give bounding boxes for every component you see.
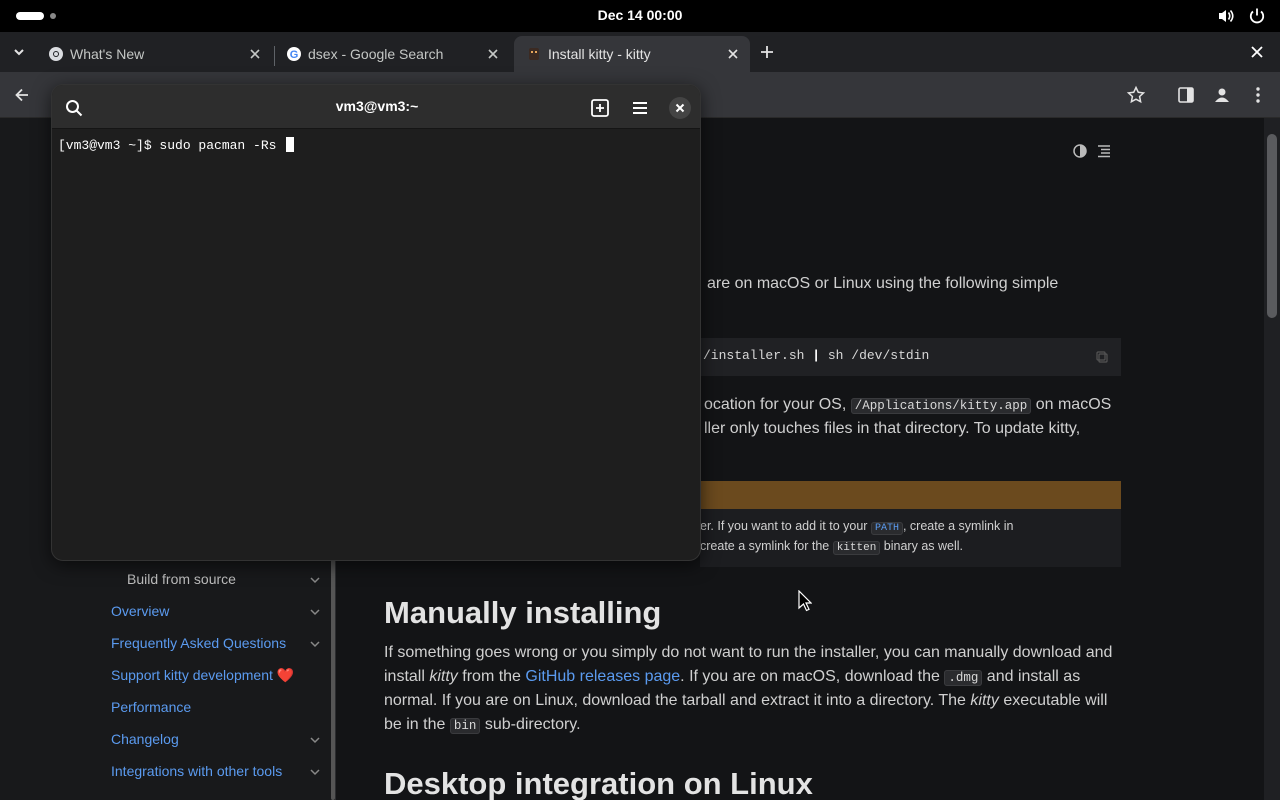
- tab-title: What's New: [70, 46, 145, 62]
- tab-search-chevron-icon[interactable]: [11, 44, 27, 60]
- tab-install-kitty[interactable]: Install kitty - kitty: [514, 36, 750, 72]
- close-icon[interactable]: [668, 96, 692, 120]
- text-run: . If you are on macOS, download the: [680, 668, 940, 685]
- manual-paragraph-line2: install kitty from the GitHub releases p…: [384, 665, 1080, 690]
- page-scrollbar[interactable]: [1264, 118, 1280, 800]
- close-window-icon[interactable]: [1248, 43, 1266, 61]
- heading-desktop-integration: Desktop integration on Linux: [384, 766, 813, 800]
- new-tab-icon[interactable]: [588, 96, 612, 120]
- tab-title: dsex - Google Search: [308, 46, 444, 62]
- chevron-down-icon[interactable]: [308, 733, 322, 747]
- sidebar-item-integrations[interactable]: Integrations with other tools: [111, 763, 282, 779]
- install-code-block: /installer.sh | sh /dev/stdin: [700, 338, 1121, 376]
- close-tab-icon[interactable]: [246, 45, 264, 63]
- github-releases-link[interactable]: GitHub releases page: [525, 668, 680, 685]
- sidebar-item-performance[interactable]: Performance: [111, 699, 191, 715]
- manual-paragraph-line3: normal. If you are on Linux, download th…: [384, 689, 1107, 713]
- activities-indicator[interactable]: [16, 12, 44, 20]
- text-run: from the: [462, 668, 521, 685]
- admonition-line1: er. If you want to add it to your PATH, …: [700, 519, 1014, 535]
- tab-google-search[interactable]: G dsex - Google Search: [274, 36, 510, 72]
- heading-manually-installing: Manually installing: [384, 595, 662, 630]
- sidebar-scrollbar[interactable]: [331, 538, 335, 800]
- command-input[interactable]: sudo pacman -Rs: [159, 138, 284, 153]
- text-run: er. If you want to add it to your: [700, 519, 868, 533]
- theme-toggle-icon[interactable]: [1072, 143, 1088, 159]
- text-run: be in the: [384, 716, 446, 733]
- svg-text:G: G: [290, 49, 299, 61]
- chevron-down-icon[interactable]: [308, 765, 322, 779]
- google-icon: G: [287, 47, 301, 61]
- menu-kebab-icon[interactable]: [1248, 85, 1268, 105]
- new-tab-icon[interactable]: [758, 43, 776, 61]
- profile-icon[interactable]: [1212, 85, 1232, 105]
- admonition-line2: create a symlink for the kitten binary a…: [700, 539, 963, 555]
- shell-prompt: [vm3@vm3 ~]$: [58, 138, 160, 153]
- sidebar-item-support[interactable]: Support kitty development ❤️: [111, 667, 294, 684]
- close-tab-icon[interactable]: [484, 45, 502, 63]
- text-run: normal. If you are on Linux, download th…: [384, 692, 966, 709]
- inline-code: .dmg: [944, 670, 983, 686]
- text-run: sub-directory.: [484, 716, 581, 733]
- text-run: binary as well.: [883, 539, 963, 553]
- inline-code: kitten: [832, 541, 881, 555]
- copy-icon[interactable]: [1095, 350, 1109, 364]
- clock: Dec 14 00:00: [0, 7, 1280, 23]
- code-pipe: |: [812, 348, 821, 363]
- manual-paragraph-line1: If something goes wrong or you simply do…: [384, 644, 1113, 661]
- code-text: sh /dev/stdin: [827, 348, 930, 363]
- text-run: install: [384, 668, 425, 685]
- location-paragraph-line2: ller only touches files in that director…: [704, 420, 1081, 437]
- text-run: , create a symlink in: [902, 519, 1014, 533]
- text-run: and install as: [986, 668, 1081, 685]
- admonition-body: er. If you want to add it to your PATH, …: [700, 509, 1121, 567]
- sidebar-item-changelog[interactable]: Changelog: [111, 731, 179, 747]
- chrome-icon: [49, 47, 63, 61]
- side-panel-icon[interactable]: [1176, 85, 1196, 105]
- power-icon[interactable]: [1247, 6, 1267, 26]
- tab-strip: What's New G dsex - Google Search Instal…: [0, 32, 1280, 72]
- toc-icon[interactable]: [1096, 143, 1112, 159]
- top-bar: Dec 14 00:00: [0, 0, 1280, 32]
- kitty-icon: [529, 48, 539, 60]
- code-line: /installer.sh | sh /dev/stdin: [703, 348, 929, 363]
- code-text: /installer.sh: [703, 348, 805, 363]
- chevron-down-icon[interactable]: [308, 637, 322, 651]
- chevron-down-icon[interactable]: [308, 605, 322, 619]
- back-icon[interactable]: [12, 85, 32, 105]
- terminal-header-bar[interactable]: vm3@vm3:~: [52, 85, 700, 129]
- sidebar-item-build-from-source[interactable]: Build from source: [127, 571, 236, 587]
- text-cursor: [286, 137, 295, 152]
- terminal-window[interactable]: vm3@vm3:~ [vm3@vm3 ~]$ sudo pacman -Rs: [51, 84, 701, 561]
- text-run: create a symlink for the: [700, 539, 830, 553]
- mouse-pointer-icon: [798, 590, 812, 612]
- terminal-output[interactable]: [vm3@vm3 ~]$ sudo pacman -Rs: [58, 137, 295, 153]
- admonition-title-bar: [700, 481, 1121, 509]
- location-paragraph: ocation for your OS, /Applications/kitty…: [704, 393, 1111, 418]
- terminal-title-text: vm3@vm3:~: [335, 98, 419, 114]
- manual-paragraph-line4: be in the bin sub-directory.: [384, 713, 581, 738]
- sidebar-item-faq[interactable]: Frequently Asked Questions: [111, 635, 286, 651]
- volume-icon[interactable]: [1216, 6, 1236, 26]
- inline-code: /Applications/kitty.app: [850, 398, 1032, 414]
- tab-whats-new[interactable]: What's New: [36, 36, 272, 72]
- text-run: ocation for your OS,: [704, 396, 847, 413]
- close-tab-icon[interactable]: [724, 45, 742, 63]
- workspace-dot[interactable]: [50, 13, 56, 19]
- clock-label[interactable]: Dec 14 00:00: [598, 7, 683, 23]
- chevron-down-icon[interactable]: [308, 573, 322, 587]
- intro-fragment: are on macOS or Linux using the followin…: [707, 275, 1059, 292]
- hamburger-menu-icon[interactable]: [628, 96, 652, 120]
- search-icon[interactable]: [62, 96, 86, 120]
- text-run: kitty: [429, 668, 458, 685]
- scrollbar-thumb[interactable]: [1267, 134, 1277, 318]
- inline-code: bin: [449, 718, 481, 734]
- text-run: executable will: [1003, 692, 1108, 709]
- text-run: kitty: [970, 692, 999, 709]
- tab-title: Install kitty - kitty: [548, 46, 651, 62]
- bookmark-star-icon[interactable]: [1126, 85, 1146, 105]
- sidebar-item-overview[interactable]: Overview: [111, 603, 169, 619]
- text-run: on macOS: [1035, 396, 1112, 413]
- inline-code: PATH: [870, 522, 903, 535]
